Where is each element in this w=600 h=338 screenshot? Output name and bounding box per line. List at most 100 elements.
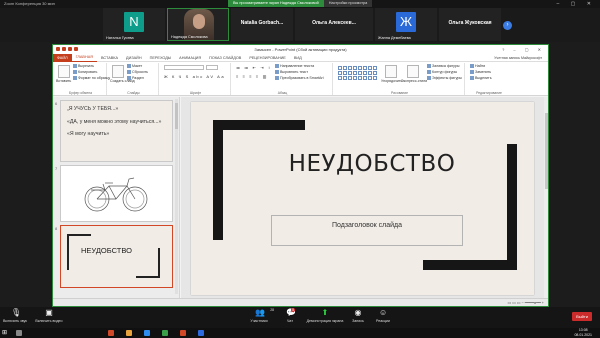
smartart-button[interactable]: Преобразовать в SmartArt bbox=[275, 76, 324, 81]
text-direction-button[interactable]: Направление текста bbox=[275, 64, 314, 69]
account-name[interactable]: Учетная запись Майкрософт bbox=[494, 54, 542, 62]
tab-file[interactable]: ФАЙЛ bbox=[53, 53, 72, 62]
app-taskbar-icon[interactable] bbox=[162, 330, 168, 336]
slide-title[interactable]: НЕУДОБСТВО bbox=[257, 151, 487, 177]
participant-tile-active[interactable]: Надежда Смоляковa bbox=[167, 8, 229, 41]
search-icon bbox=[470, 64, 474, 69]
windows-start-icon[interactable]: ⊞ bbox=[2, 330, 8, 336]
participant-tile[interactable]: Ольга Алексеев... bbox=[295, 8, 373, 41]
copy-icon bbox=[73, 70, 77, 75]
group-label: Слайды bbox=[127, 91, 140, 95]
font-size-select[interactable] bbox=[206, 65, 218, 70]
quick-styles-button[interactable]: Экспресс-стили bbox=[401, 79, 427, 84]
participant-tile[interactable]: N Наталья Гусева bbox=[103, 8, 165, 41]
tab-review[interactable]: РЕЦЕНЗИРОВАНИЕ bbox=[245, 54, 290, 62]
paste-icon[interactable] bbox=[58, 65, 70, 78]
shapes-gallery[interactable] bbox=[338, 66, 377, 80]
search-icon[interactable] bbox=[16, 330, 22, 336]
next-participants-icon[interactable]: › bbox=[503, 21, 512, 30]
new-slide-icon[interactable] bbox=[112, 65, 124, 78]
record-button[interactable]: ◉ Запись bbox=[349, 308, 367, 324]
folder-taskbar-icon[interactable] bbox=[126, 330, 132, 336]
participants-button[interactable]: 👥 Участники 28 bbox=[245, 308, 274, 323]
list-buttons[interactable]: ≔ ≔ ⇤ ⇥ ↕ bbox=[236, 65, 272, 70]
bicycle-image bbox=[84, 177, 148, 212]
leave-meeting-button[interactable]: Выйти bbox=[572, 312, 592, 321]
brush-icon bbox=[73, 76, 77, 81]
align-text-button[interactable]: Выровнять текст bbox=[275, 70, 308, 75]
participant-name: Natalia Gorbach... bbox=[240, 20, 284, 26]
arrange-button[interactable]: Упорядочить bbox=[381, 79, 402, 84]
format-painter-button[interactable]: Формат по образцу bbox=[73, 76, 110, 81]
section-button[interactable]: Раздел bbox=[127, 76, 144, 81]
slide-thumbnails-panel: 6 „Я УЧУСЬ У ТЕБЯ...» «ДА, у меня можно … bbox=[53, 97, 180, 298]
quick-styles-icon[interactable] bbox=[407, 65, 419, 78]
thumb-title: НЕУДОБСТВО bbox=[81, 246, 132, 255]
view-options-button[interactable]: Настройки просмотра bbox=[323, 0, 373, 7]
clock-time: 13:08 bbox=[578, 328, 588, 332]
section-icon bbox=[127, 76, 131, 81]
participant-tile[interactable]: Ольга Жуковская bbox=[439, 8, 501, 41]
slide[interactable]: НЕУДОБСТВО Подзаголовок слайда bbox=[191, 102, 534, 295]
shape-effects-button[interactable]: Эффекты фигуры bbox=[427, 76, 462, 81]
align-buttons[interactable]: ≡ ≡ ≡ ≡ ▥ bbox=[236, 74, 268, 79]
participants-count: 28 bbox=[270, 308, 274, 312]
app-taskbar-icon[interactable] bbox=[108, 330, 114, 336]
participant-tile[interactable]: Ж Жанна Демебаева bbox=[375, 8, 437, 41]
drawing-group: Упорядочить Экспресс-стили Заливка фигур… bbox=[335, 63, 465, 95]
chat-button[interactable]: 💬 Чат 5 bbox=[283, 308, 297, 323]
record-icon: ◉ bbox=[354, 308, 362, 317]
font-format-buttons[interactable]: Ж К Ч S abc AV Aa bbox=[164, 74, 225, 79]
reactions-icon: ☺ bbox=[379, 308, 388, 317]
find-button[interactable]: Найти bbox=[470, 64, 485, 69]
taskbar-clock[interactable]: 13:08 08.01.2021 bbox=[574, 328, 592, 338]
ribbon-tabs: ФАЙЛ ГЛАВНАЯ ВСТАВКА ДИЗАЙН ПЕРЕХОДЫ АНИ… bbox=[53, 53, 548, 62]
reset-button[interactable]: Сбросить bbox=[127, 70, 148, 75]
tab-design[interactable]: ДИЗАЙН bbox=[122, 54, 146, 62]
start-video-button[interactable]: ▣ Включить видео bbox=[35, 309, 63, 324]
share-banner: Вы просматриваете экран Надежда Смоляков… bbox=[228, 0, 373, 7]
editing-group: Найти Заменить Выделить Редактирование bbox=[467, 63, 511, 95]
window-controls[interactable]: – ▢ ✕ bbox=[557, 1, 596, 7]
font-family-select[interactable] bbox=[164, 65, 204, 70]
slide-thumbnail-selected[interactable]: НЕУДОБСТВО bbox=[60, 225, 173, 288]
shape-fill-button[interactable]: Заливка фигуры bbox=[427, 64, 459, 69]
replace-button[interactable]: Заменить bbox=[470, 70, 491, 75]
zoom-taskbar-icon[interactable] bbox=[198, 330, 204, 336]
tab-home[interactable]: ГЛАВНАЯ bbox=[71, 53, 97, 62]
tab-transitions[interactable]: ПЕРЕХОДЫ bbox=[146, 54, 176, 62]
tab-slideshow[interactable]: ПОКАЗ СЛАЙДОВ bbox=[205, 54, 245, 62]
thumb-text: «Я могу научить» bbox=[67, 131, 110, 137]
thumbnails-scrollbar[interactable] bbox=[175, 99, 178, 294]
select-button[interactable]: Выделить bbox=[470, 76, 492, 81]
participant-tile[interactable]: Natalia Gorbach... bbox=[231, 8, 293, 41]
tab-animation[interactable]: АНИМАЦИЯ bbox=[175, 54, 205, 62]
layout-icon bbox=[127, 64, 131, 69]
layout-button[interactable]: Макет bbox=[127, 64, 142, 69]
thumb-text: «ДА, у меня можно этому научиться...» bbox=[67, 118, 162, 125]
thumb-number: 6 bbox=[55, 101, 58, 106]
bracket-top bbox=[213, 120, 305, 130]
powerpoint-taskbar-icon[interactable] bbox=[180, 330, 186, 336]
align-text-icon bbox=[275, 70, 279, 75]
slide-scrollbar[interactable] bbox=[544, 97, 548, 298]
tab-insert[interactable]: ВСТАВКА bbox=[97, 54, 122, 62]
browser-taskbar-icon[interactable] bbox=[144, 330, 150, 336]
tab-view[interactable]: ВИД bbox=[290, 54, 306, 62]
cut-button[interactable]: Вырезать bbox=[73, 64, 94, 69]
copy-button[interactable]: Копировать bbox=[73, 70, 97, 75]
subtitle-placeholder[interactable]: Подзаголовок слайда bbox=[271, 215, 463, 246]
slide-thumbnail[interactable]: „Я УЧУСЬ У ТЕБЯ...» «ДА, у меня можно эт… bbox=[60, 100, 173, 162]
shape-outline-button[interactable]: Контур фигуры bbox=[427, 70, 457, 75]
share-screen-button[interactable]: ⬆ Демонстрация экрана bbox=[303, 309, 347, 324]
unmute-button[interactable]: 🎙 Включить звук bbox=[3, 309, 27, 324]
zoom-slider[interactable]: ▭ ▭ ▭ − ━━━━●━━ + bbox=[508, 300, 544, 305]
scissors-icon bbox=[73, 64, 77, 69]
avatar: Ж bbox=[396, 12, 416, 32]
record-label: Запись bbox=[352, 319, 364, 323]
arrange-icon[interactable] bbox=[385, 65, 397, 78]
slide-thumbnail[interactable] bbox=[60, 165, 173, 222]
paste-button[interactable]: Вставить bbox=[56, 79, 71, 84]
reactions-button[interactable]: ☺ Реакции bbox=[373, 308, 393, 324]
avatar: N bbox=[124, 12, 144, 32]
